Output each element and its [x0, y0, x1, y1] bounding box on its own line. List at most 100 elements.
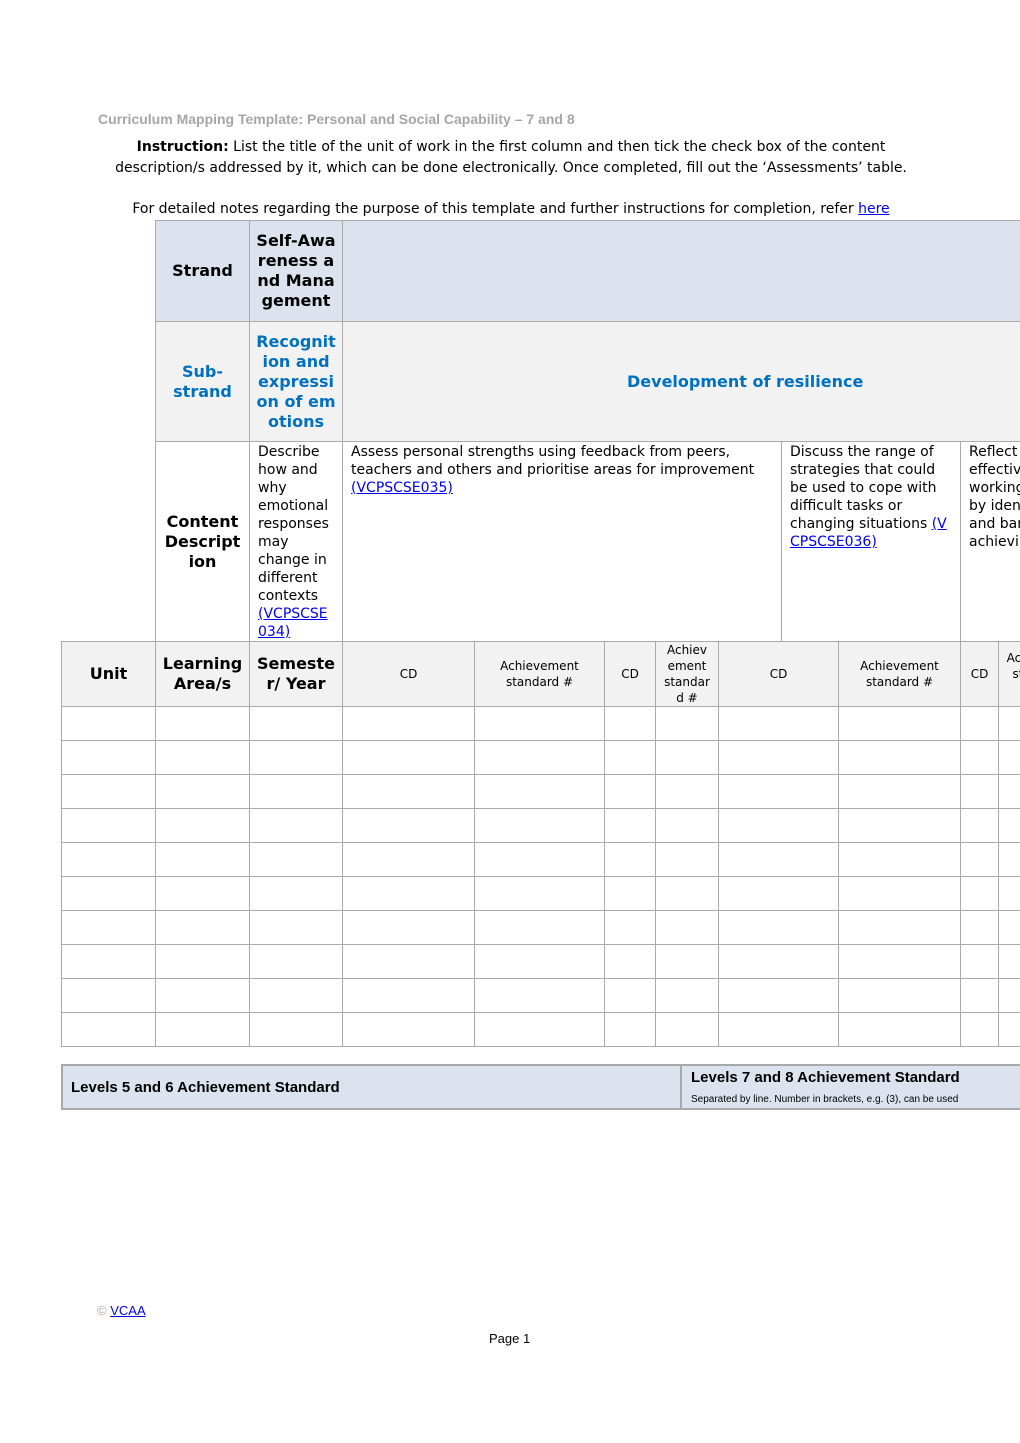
- unit-input-cell[interactable]: [61, 876, 156, 911]
- unit-input-cell[interactable]: [61, 774, 156, 809]
- table-cell[interactable]: [960, 876, 999, 911]
- table-cell[interactable]: [960, 842, 999, 877]
- table-cell[interactable]: [474, 1012, 605, 1047]
- unit-input-cell[interactable]: [61, 910, 156, 945]
- table-cell[interactable]: [155, 876, 250, 911]
- table-cell[interactable]: [838, 1012, 961, 1047]
- table-cell[interactable]: [998, 740, 1020, 775]
- table-cell[interactable]: [838, 842, 961, 877]
- unit-input-cell[interactable]: [61, 1012, 156, 1047]
- table-cell[interactable]: [655, 876, 719, 911]
- table-cell[interactable]: [604, 944, 656, 979]
- table-cell[interactable]: [960, 808, 999, 843]
- table-cell[interactable]: [155, 842, 250, 877]
- table-cell[interactable]: [838, 944, 961, 979]
- table-cell[interactable]: [998, 706, 1020, 741]
- table-cell[interactable]: [474, 774, 605, 809]
- table-cell[interactable]: [342, 978, 475, 1013]
- table-cell[interactable]: [249, 910, 343, 945]
- table-cell[interactable]: [838, 740, 961, 775]
- table-cell[interactable]: [155, 910, 250, 945]
- table-cell[interactable]: [655, 740, 719, 775]
- table-cell[interactable]: [960, 910, 999, 945]
- table-cell[interactable]: [604, 876, 656, 911]
- table-cell[interactable]: [474, 740, 605, 775]
- table-cell[interactable]: [249, 808, 343, 843]
- table-cell[interactable]: [342, 774, 475, 809]
- unit-input-cell[interactable]: [61, 706, 156, 741]
- table-cell[interactable]: [718, 706, 839, 741]
- table-cell[interactable]: [342, 740, 475, 775]
- table-cell[interactable]: [604, 978, 656, 1013]
- table-cell[interactable]: [655, 706, 719, 741]
- table-cell[interactable]: [342, 1012, 475, 1047]
- table-cell[interactable]: [655, 944, 719, 979]
- table-cell[interactable]: [838, 774, 961, 809]
- table-cell[interactable]: [249, 706, 343, 741]
- table-cell[interactable]: [718, 808, 839, 843]
- table-cell[interactable]: [655, 842, 719, 877]
- table-cell[interactable]: [838, 978, 961, 1013]
- table-cell[interactable]: [155, 1012, 250, 1047]
- table-cell[interactable]: [155, 978, 250, 1013]
- table-cell[interactable]: [474, 910, 605, 945]
- table-cell[interactable]: [342, 876, 475, 911]
- table-cell[interactable]: [342, 842, 475, 877]
- table-cell[interactable]: [838, 910, 961, 945]
- table-cell[interactable]: [474, 706, 605, 741]
- table-cell[interactable]: [718, 876, 839, 911]
- table-cell[interactable]: [155, 774, 250, 809]
- table-cell[interactable]: [155, 808, 250, 843]
- table-cell[interactable]: [342, 944, 475, 979]
- table-cell[interactable]: [838, 876, 961, 911]
- table-cell[interactable]: [960, 740, 999, 775]
- table-cell[interactable]: [155, 944, 250, 979]
- table-cell[interactable]: [960, 706, 999, 741]
- table-cell[interactable]: [838, 706, 961, 741]
- table-cell[interactable]: [718, 978, 839, 1013]
- table-cell[interactable]: [998, 910, 1020, 945]
- unit-input-cell[interactable]: [61, 842, 156, 877]
- unit-input-cell[interactable]: [61, 978, 156, 1013]
- table-cell[interactable]: [718, 1012, 839, 1047]
- table-cell[interactable]: [718, 910, 839, 945]
- unit-input-cell[interactable]: [61, 808, 156, 843]
- table-cell[interactable]: [604, 706, 656, 741]
- table-cell[interactable]: [474, 842, 605, 877]
- table-cell[interactable]: [960, 1012, 999, 1047]
- table-cell[interactable]: [342, 910, 475, 945]
- table-cell[interactable]: [718, 944, 839, 979]
- table-cell[interactable]: [718, 774, 839, 809]
- table-cell[interactable]: [655, 978, 719, 1013]
- table-cell[interactable]: [474, 978, 605, 1013]
- table-cell[interactable]: [604, 910, 656, 945]
- cd-2-code-link[interactable]: (VCPSCSE035): [351, 480, 453, 496]
- table-cell[interactable]: [155, 740, 250, 775]
- table-cell[interactable]: [249, 876, 343, 911]
- table-cell[interactable]: [998, 774, 1020, 809]
- table-cell[interactable]: [960, 978, 999, 1013]
- table-cell[interactable]: [249, 944, 343, 979]
- vcaa-link[interactable]: VCAA: [110, 1303, 145, 1318]
- table-cell[interactable]: [604, 808, 656, 843]
- table-cell[interactable]: [249, 774, 343, 809]
- table-cell[interactable]: [604, 1012, 656, 1047]
- table-cell[interactable]: [655, 808, 719, 843]
- notes-here-link[interactable]: here: [858, 201, 890, 217]
- table-cell[interactable]: [998, 1012, 1020, 1047]
- table-cell[interactable]: [960, 944, 999, 979]
- table-cell[interactable]: [998, 978, 1020, 1013]
- table-cell[interactable]: [249, 740, 343, 775]
- table-cell[interactable]: [474, 876, 605, 911]
- table-cell[interactable]: [960, 774, 999, 809]
- table-cell[interactable]: [249, 978, 343, 1013]
- table-cell[interactable]: [655, 774, 719, 809]
- table-cell[interactable]: [249, 842, 343, 877]
- table-cell[interactable]: [249, 1012, 343, 1047]
- table-cell[interactable]: [342, 808, 475, 843]
- table-cell[interactable]: [604, 740, 656, 775]
- table-cell[interactable]: [998, 944, 1020, 979]
- table-cell[interactable]: [342, 706, 475, 741]
- table-cell[interactable]: [998, 808, 1020, 843]
- unit-input-cell[interactable]: [61, 740, 156, 775]
